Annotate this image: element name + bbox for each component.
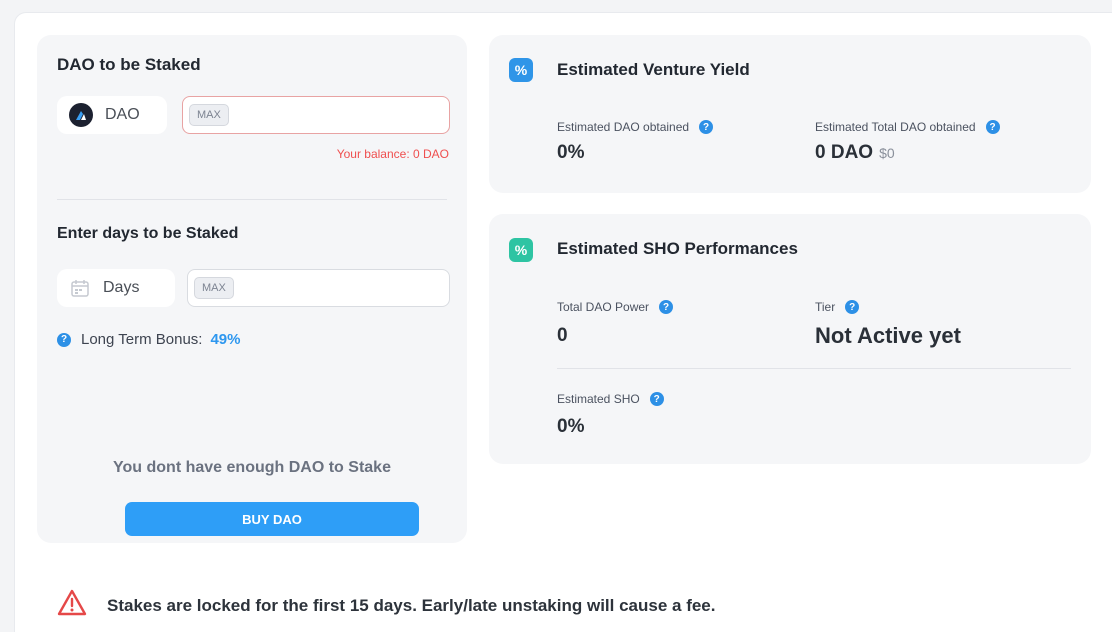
dao-power-label-text: Total DAO Power [557,300,650,314]
help-icon[interactable]: ? [649,392,664,406]
help-icon[interactable]: ? [845,300,860,314]
stats-divider [557,368,1071,369]
tier-label-text: Tier [815,300,836,314]
dao-power-label: Total DAO Power ? [557,300,674,314]
dao-obtained-value: 0% [557,142,585,163]
days-unit-label: Days [103,279,140,296]
total-dao-usd: $0 [879,145,895,161]
sho-performance-title: Estimated SHO Performances [557,239,798,258]
help-icon[interactable]: ? [985,120,1000,134]
stake-amount-input[interactable] [228,102,523,128]
days-max-button[interactable]: MAX [194,277,234,299]
total-dao-value: 0 DAO $0 [815,142,895,164]
dao-power-value: 0 [557,325,568,346]
long-term-bonus: ? Long Term Bonus: 49% [57,331,241,348]
stake-amount-field: MAX [182,96,523,134]
dao-obtained-label: Estimated DAO obtained ? [557,120,714,134]
stake-days-field: MAX [187,269,528,307]
stake-days-title: Enter days to be Staked [57,225,239,242]
lock-notice: Stakes are locked for the first 15 days.… [57,589,716,622]
help-icon[interactable]: ? [659,300,674,314]
total-dao-amount: 0 DAO [815,142,874,163]
lock-notice-text: Stakes are locked for the first 15 days.… [107,595,716,615]
token-selector: DAO [57,96,167,134]
bonus-label: Long Term Bonus: [81,331,203,348]
section-divider [57,199,447,200]
percent-icon: % [509,238,533,262]
insufficient-balance-text: You dont have enough DAO to Stake [113,459,391,476]
stake-amount-title: DAO to be Staked [57,55,201,74]
sho-performance-panel: % Estimated SHO Performances Total DAO P… [489,214,1091,464]
staking-card: DAO to be Staked DAO MAX Your balance: 0… [14,12,1112,632]
total-dao-label: Estimated Total DAO obtained ? [815,120,1000,134]
stake-days-input[interactable] [233,275,528,301]
buy-dao-button[interactable]: BUY DAO [125,502,419,536]
bonus-value: 49% [210,331,241,348]
percent-icon: % [509,58,533,82]
total-dao-label-text: Estimated Total DAO obtained [815,120,976,134]
calendar-icon [69,277,91,299]
estimated-sho-value: 0% [557,416,585,437]
help-icon[interactable]: ? [699,120,714,134]
estimated-sho-label: Estimated SHO ? [557,392,664,406]
amount-max-button[interactable]: MAX [189,104,229,126]
dao-obtained-label-text: Estimated DAO obtained [557,120,690,134]
tier-value: Not Active yet [815,323,961,348]
tier-label: Tier ? [815,300,860,314]
stake-form-panel: DAO to be Staked DAO MAX Your balance: 0… [37,35,528,543]
dao-logo-icon [69,103,93,127]
venture-yield-panel: % Estimated Venture Yield Estimated DAO … [489,35,1091,193]
balance-text: Your balance: 0 DAO [336,147,449,161]
estimated-sho-label-text: Estimated SHO [557,392,640,406]
days-unit-chip: Days [57,269,175,307]
warning-icon [57,589,87,622]
help-icon[interactable]: ? [57,332,71,347]
token-label: DAO [105,106,140,123]
venture-yield-title: Estimated Venture Yield [557,60,750,79]
